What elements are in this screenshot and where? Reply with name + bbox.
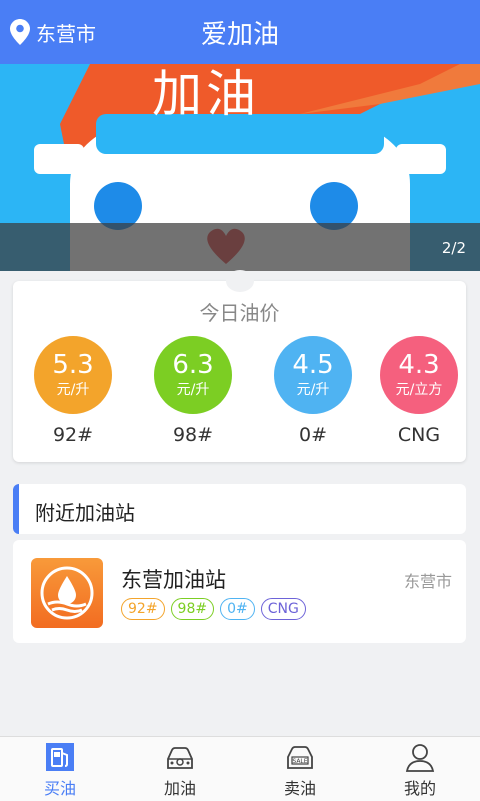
tab-label: 我的 [403, 779, 436, 798]
station-name: 东营加油站 [121, 568, 226, 592]
user-icon [405, 744, 435, 772]
price-unit: 元/升 [176, 382, 210, 398]
banner-overlay [0, 223, 480, 271]
price-unit: 元/立方 [395, 382, 443, 398]
oil-price-card: 今日油价 5.3 元/升 92# 6.3 元/升 98# 4.5 元/升 0# … [13, 281, 466, 462]
price-circle: 5.3 元/升 [34, 336, 112, 414]
price-circle: 4.5 元/升 [274, 336, 352, 414]
fuel-price-98[interactable]: 6.3 元/升 98# [153, 336, 233, 446]
tab-refuel[interactable]: 加油 [120, 737, 240, 801]
location-pin-icon [10, 19, 30, 45]
station-list-item[interactable]: 东营加油站 东营市 92# 98# 0# CNG [13, 540, 466, 643]
card-notch [226, 270, 254, 292]
nearby-section-title: 附近加油站 [35, 501, 135, 525]
svg-text:SALE: SALE [292, 758, 307, 765]
tab-sell-oil[interactable]: SALE 卖油 [240, 737, 360, 801]
sale-car-icon: SALE [287, 746, 313, 769]
fuel-tag-cng: CNG [260, 598, 306, 620]
price-unit: 元/升 [296, 382, 330, 398]
fuel-price-92[interactable]: 5.3 元/升 92# [33, 336, 113, 446]
banner-page-counter: 2/2 [441, 239, 466, 257]
fuel-name: 98# [172, 424, 214, 446]
fuel-price-0[interactable]: 4.5 元/升 0# [273, 336, 353, 446]
fuel-tags: 92# 98# 0# CNG [121, 598, 306, 620]
price-circle: 4.3 元/立方 [380, 336, 458, 414]
location-selector[interactable]: 东营市 [10, 16, 96, 48]
fuel-tag-98: 98# [170, 598, 215, 620]
price-value: 4.3 [398, 350, 440, 380]
fuel-tag-0: 0# [220, 598, 255, 620]
fuel-price-cng[interactable]: 4.3 元/立方 CNG [379, 336, 459, 446]
price-value: 6.3 [172, 350, 214, 380]
fuel-name: 0# [298, 424, 327, 446]
oil-price-title: 今日油价 [199, 301, 280, 325]
banner-slide-text: 加油 [152, 65, 260, 123]
bottom-tab-bar: 买油 加油 SALE 卖油 我的 [0, 736, 480, 801]
tab-mine[interactable]: 我的 [360, 737, 480, 801]
city-label: 东营市 [36, 21, 96, 46]
fuel-name: 92# [52, 424, 94, 446]
price-circle: 6.3 元/升 [154, 336, 232, 414]
section-accent-bar [13, 484, 19, 534]
app-header: 东营市 爱加油 [0, 0, 480, 64]
tab-label: 卖油 [283, 779, 316, 798]
fuel-name: CNG [397, 424, 441, 446]
car-icon [167, 747, 193, 769]
station-logo [31, 558, 103, 628]
tab-label: 买油 [43, 779, 76, 798]
price-value: 5.3 [52, 350, 94, 380]
station-city: 东营市 [403, 572, 452, 591]
price-value: 4.5 [292, 350, 334, 380]
price-unit: 元/升 [56, 382, 90, 398]
oil-drop-icon [40, 566, 94, 620]
fuel-tag-92: 92# [121, 598, 165, 620]
tab-buy-oil[interactable]: 买油 [0, 737, 120, 801]
nearby-section-header: 附近加油站 [13, 484, 466, 534]
banner-carousel[interactable]: 加油 2/2 [0, 64, 480, 271]
fuel-pump-icon [46, 743, 74, 771]
tab-label: 加油 [163, 779, 196, 798]
